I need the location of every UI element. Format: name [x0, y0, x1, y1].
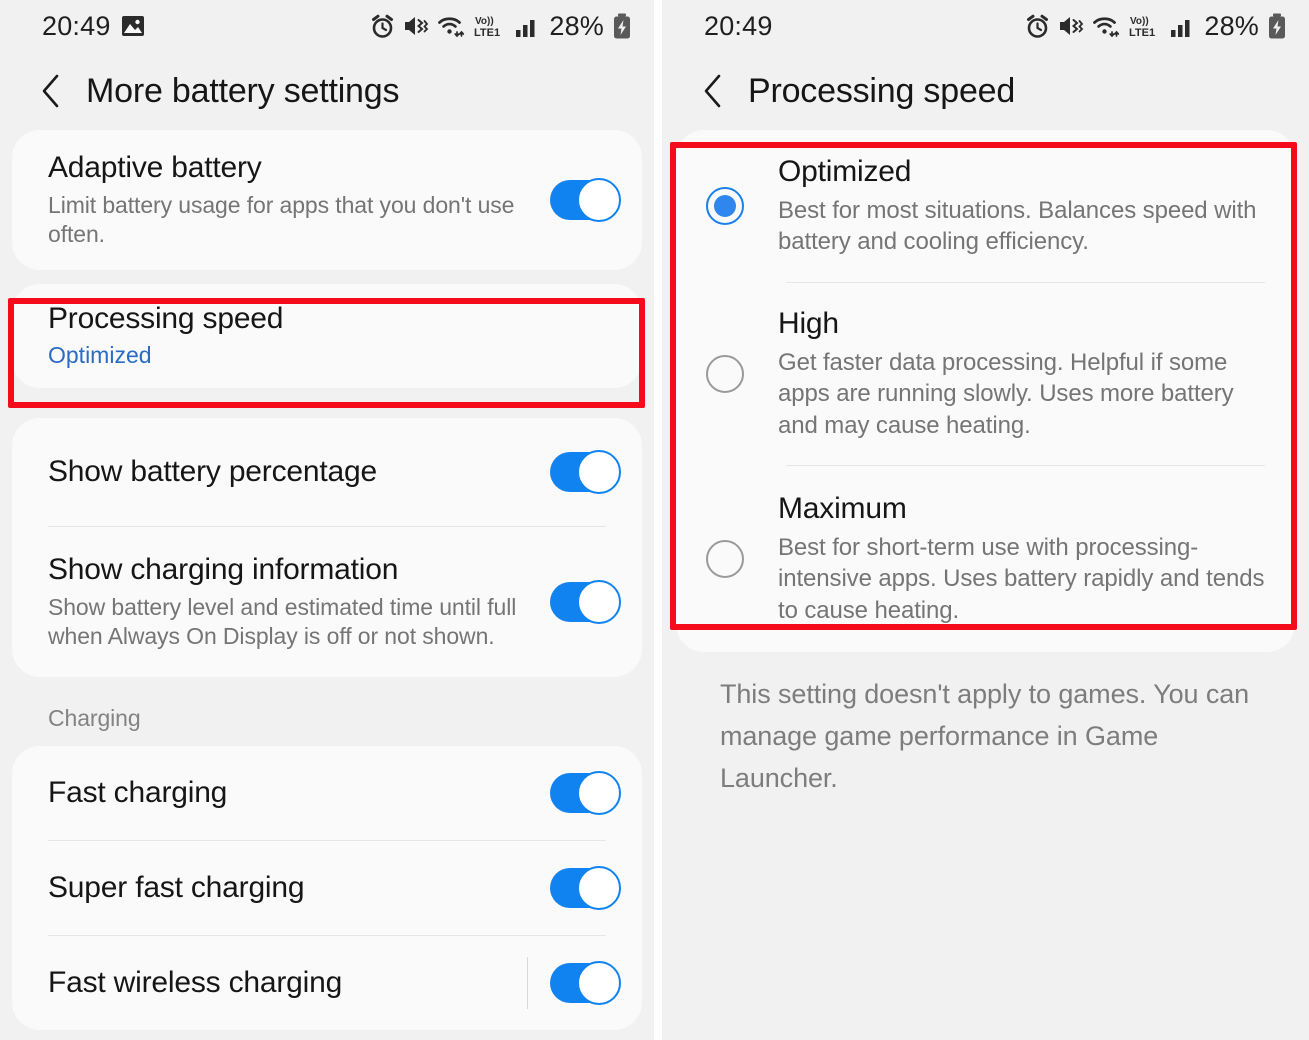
setting-row-fast-wireless-charging[interactable]: Fast wireless charging: [12, 936, 642, 1030]
toggle-knob: [577, 771, 621, 815]
wifi-icon: [1092, 14, 1120, 38]
toggle-knob: [577, 961, 621, 1005]
setting-row-show-battery-percentage[interactable]: Show battery percentage: [12, 418, 642, 526]
super-fast-charging-toggle[interactable]: [550, 866, 621, 910]
battery-percent-text: 28%: [549, 10, 604, 41]
option-row-optimized[interactable]: Optimized Best for most situations. Bala…: [676, 130, 1295, 282]
setting-current-value: Optimized: [48, 342, 152, 369]
fast-wireless-charging-toggle[interactable]: [550, 961, 621, 1005]
adaptive-battery-toggle[interactable]: [550, 178, 621, 222]
status-bar-right: 20:49 Vo)) LTE1 28%: [662, 0, 1309, 52]
volte-lte1-icon: Vo)) LTE1: [1128, 13, 1162, 39]
setting-title: Adaptive battery: [48, 151, 262, 185]
gallery-image-icon: [121, 15, 145, 37]
card-charging: Fast charging Super fast charging Fast w…: [12, 746, 642, 1030]
battery-percent-text: 28%: [1204, 10, 1259, 41]
setting-subtitle: Show battery level and estimated time un…: [48, 593, 517, 650]
option-row-maximum[interactable]: Maximum Best for short-term use with pro…: [676, 466, 1295, 652]
right-phone-screen: 20:49 Vo)) LTE1 28% Processing speed Opt…: [662, 0, 1309, 1040]
setting-row-adaptive-battery[interactable]: Adaptive battery Limit battery usage for…: [12, 130, 642, 270]
alarm-icon: [1025, 14, 1050, 39]
setting-title: Fast charging: [48, 776, 228, 810]
radio-maximum[interactable]: [706, 540, 744, 578]
mute-vibrate-icon: [1058, 14, 1084, 38]
setting-title: Super fast charging: [48, 871, 305, 905]
svg-text:Vo)): Vo)): [1130, 16, 1149, 27]
toggle-separator-rule: [527, 957, 528, 1009]
show-battery-percentage-toggle[interactable]: [550, 450, 621, 494]
footnote-text: This setting doesn't apply to games. You…: [720, 679, 1250, 793]
card-battery-display: Show battery percentage Show charging in…: [12, 418, 642, 677]
option-row-high[interactable]: High Get faster data processing. Helpful…: [676, 283, 1295, 465]
toggle-wrap: [509, 957, 621, 1009]
setting-row-super-fast-charging[interactable]: Super fast charging: [12, 841, 642, 935]
section-header-charging: Charging: [48, 705, 141, 731]
fast-charging-toggle[interactable]: [550, 771, 621, 815]
status-time: 20:49: [704, 10, 773, 41]
toggle-knob: [577, 178, 621, 222]
svg-text:LTE1: LTE1: [474, 27, 500, 39]
toggle-wrap: [532, 866, 621, 910]
setting-row-processing-speed[interactable]: Processing speed Optimized: [12, 284, 642, 388]
setting-title: Show charging information: [48, 553, 399, 587]
option-subtitle: Best for most situations. Balances speed…: [778, 196, 1257, 255]
radio-optimized[interactable]: [706, 187, 744, 225]
card-processing-speed-options: Optimized Best for most situations. Bala…: [676, 130, 1295, 652]
radio-high[interactable]: [706, 355, 744, 393]
left-phone-screen: 20:49 Vo)) LTE1 28% More battery setting…: [0, 0, 654, 1040]
option-subtitle: Get faster data processing. Helpful if s…: [778, 349, 1234, 439]
toggle-wrap: [532, 580, 621, 624]
option-title: Maximum: [778, 492, 907, 526]
back-icon[interactable]: [38, 71, 64, 111]
dual-screenshot-root: 20:49 Vo)) LTE1 28% More battery setting…: [0, 0, 1309, 1040]
status-bar-left: 20:49 Vo)) LTE1 28%: [0, 0, 654, 52]
setting-row-fast-charging[interactable]: Fast charging: [12, 746, 642, 840]
option-subtitle: Best for short-term use with processing-…: [778, 534, 1265, 624]
toggle-knob: [577, 580, 621, 624]
card-processing-speed: Processing speed Optimized: [12, 284, 642, 388]
setting-row-show-charging-information[interactable]: Show charging information Show battery l…: [12, 527, 642, 677]
battery-charging-icon: [1267, 13, 1287, 39]
wifi-icon: [437, 14, 465, 38]
toggle-knob: [577, 866, 621, 910]
toggle-wrap: [532, 771, 621, 815]
battery-charging-icon: [612, 13, 632, 39]
volte-lte1-icon: Vo)) LTE1: [473, 13, 507, 39]
mute-vibrate-icon: [403, 14, 429, 38]
status-time: 20:49: [42, 10, 111, 41]
setting-title: Fast wireless charging: [48, 966, 343, 1000]
option-title: High: [778, 307, 839, 341]
header-right: Processing speed: [662, 52, 1309, 130]
toggle-wrap: [532, 450, 621, 494]
toggle-wrap: [532, 178, 621, 222]
page-title: More battery settings: [86, 71, 400, 110]
setting-title: Processing speed: [48, 301, 284, 335]
setting-title: Show battery percentage: [48, 455, 377, 489]
alarm-icon: [370, 14, 395, 39]
page-title: Processing speed: [748, 71, 1016, 110]
header-left: More battery settings: [0, 52, 654, 130]
signal-bars-icon: [1170, 14, 1196, 38]
show-charging-information-toggle[interactable]: [550, 580, 621, 624]
svg-text:Vo)): Vo)): [475, 16, 494, 27]
svg-text:LTE1: LTE1: [1129, 27, 1155, 39]
panel-separator: [654, 0, 662, 1040]
option-title: Optimized: [778, 154, 912, 188]
setting-subtitle: Limit battery usage for apps that you do…: [48, 191, 515, 248]
toggle-knob: [577, 450, 621, 494]
back-icon[interactable]: [700, 71, 726, 111]
card-adaptive-battery: Adaptive battery Limit battery usage for…: [12, 130, 642, 270]
signal-bars-icon: [515, 14, 541, 38]
